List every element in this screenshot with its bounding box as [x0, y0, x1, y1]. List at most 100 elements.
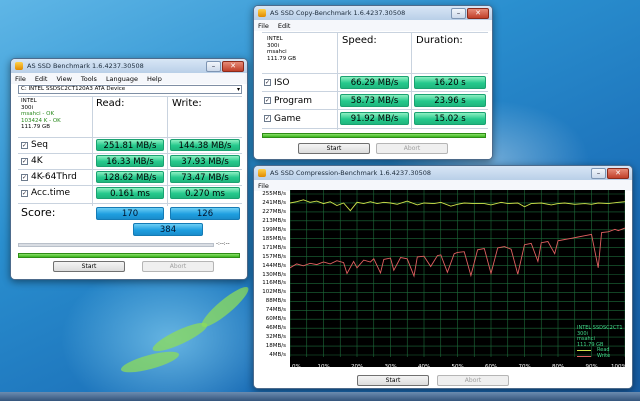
score-total: 384 [133, 223, 203, 236]
row-game[interactable]: ✓ Game [264, 112, 301, 125]
y-tick-label: 4MB/s [269, 352, 286, 358]
menubar: File Edit View Tools Language Help [11, 73, 247, 84]
x-tick-label: 10% [317, 364, 330, 370]
score-write: 126 [170, 207, 240, 220]
x-tick-label: 40% [418, 364, 431, 370]
abort-button[interactable]: Abort [142, 261, 214, 272]
minimize-icon[interactable]: – [591, 167, 606, 179]
menu-edit[interactable]: Edit [35, 75, 48, 83]
app-icon [258, 9, 266, 17]
y-tick-label: 18MB/s [265, 343, 286, 350]
y-tick-label: 157MB/s [262, 253, 286, 260]
chart-legend: INTEL SSDSC2CT1 300i msahci 111.79 GB Re… [577, 325, 623, 360]
menu-file[interactable]: File [15, 75, 26, 83]
y-tick-label: 213MB/s [262, 217, 286, 224]
menu-help[interactable]: Help [147, 75, 162, 83]
copy-drive-info: INTEL 300i msahci 111.79 GB [267, 36, 296, 62]
row-4k[interactable]: ✓ 4K [21, 155, 43, 167]
checkbox-icon[interactable]: ✓ [21, 157, 28, 165]
table-border [262, 73, 488, 74]
start-button[interactable]: Start [357, 375, 429, 386]
close-icon[interactable]: ✕ [607, 167, 629, 179]
x-tick-label: 30% [384, 364, 397, 370]
4k64-read-value: 128.62 MB/s [96, 171, 164, 183]
progress-bar [262, 133, 486, 138]
table-border [18, 96, 242, 97]
table-border [18, 185, 242, 186]
4k-read-value: 16.33 MB/s [96, 155, 164, 167]
table-border [18, 137, 242, 138]
checkbox-icon[interactable]: ✓ [21, 141, 28, 149]
progress-bar [18, 253, 240, 258]
legend-write-swatch [577, 355, 591, 357]
y-tick-label: 241MB/s [262, 199, 286, 206]
4k-write-value: 37.93 MB/s [170, 155, 240, 167]
window-title: AS SSD Compression-Benchmark 1.6.4237.30… [270, 169, 432, 177]
desktop-glow [60, 260, 280, 401]
table-border [18, 169, 242, 170]
compression-chart [290, 190, 625, 367]
checkbox-icon[interactable]: ✓ [264, 97, 271, 104]
y-tick-label: 60MB/s [265, 316, 286, 323]
iso-duration-value: 16.20 s [414, 76, 486, 89]
y-tick-label: 199MB/s [262, 226, 286, 233]
checkbox-icon[interactable]: ✓ [264, 79, 271, 86]
menu-tools[interactable]: Tools [81, 75, 97, 83]
acctime-read-value: 0.161 ms [96, 187, 164, 199]
menu-language[interactable]: Language [106, 75, 138, 83]
taskbar [0, 392, 640, 401]
row-label: 4K [31, 156, 43, 166]
4k64-write-value: 73.47 MB/s [170, 171, 240, 183]
checkbox-icon[interactable]: ✓ [21, 173, 28, 181]
legend-write: Write [577, 352, 623, 360]
table-border [262, 109, 488, 110]
benchmark-titlebar[interactable]: AS SSD Benchmark 1.6.4237.30508 – ✕ [11, 59, 247, 73]
start-button[interactable]: Start [53, 261, 125, 272]
y-tick-label: 227MB/s [262, 208, 286, 215]
row-iso[interactable]: ✓ ISO [264, 76, 289, 89]
drive-size: 111.79 GB [267, 55, 297, 62]
menubar: File Edit [254, 20, 492, 31]
y-tick-label: 144MB/s [262, 262, 286, 269]
copy-titlebar[interactable]: AS SSD Copy-Benchmark 1.6.4237.30508 – ✕ [254, 6, 492, 20]
close-icon[interactable]: ✕ [222, 60, 244, 72]
minimize-icon[interactable]: – [451, 7, 466, 19]
menu-view[interactable]: View [56, 75, 71, 83]
start-button[interactable]: Start [298, 143, 370, 154]
progress-track [18, 243, 214, 247]
menu-edit[interactable]: Edit [278, 22, 291, 30]
row-acctime[interactable]: ✓ Acc.time [21, 187, 70, 199]
abort-button[interactable]: Abort [376, 143, 448, 154]
x-tick-label: 50% [451, 364, 464, 370]
y-tick-label: 74MB/s [265, 307, 286, 314]
drive-select[interactable]: C: INTEL SSDSC2CT120A3 ATA Device ▾ [18, 85, 242, 94]
checkbox-icon[interactable]: ✓ [264, 115, 271, 122]
menu-file[interactable]: File [258, 22, 269, 30]
legend-write-label: Write [597, 352, 611, 359]
x-tick-label: 100% [611, 364, 627, 370]
checkbox-icon[interactable]: ✓ [21, 189, 28, 197]
window-title: AS SSD Copy-Benchmark 1.6.4237.30508 [270, 9, 406, 17]
compression-titlebar[interactable]: AS SSD Compression-Benchmark 1.6.4237.30… [254, 166, 632, 180]
speed-header: Speed: [342, 35, 377, 46]
row-program[interactable]: ✓ Program [264, 94, 312, 107]
row-label: Program [274, 95, 312, 106]
score-label: Score: [21, 206, 56, 219]
close-icon[interactable]: ✕ [467, 7, 489, 19]
abort-button[interactable]: Abort [437, 375, 509, 386]
table-border [18, 153, 242, 154]
row-4k64[interactable]: ✓ 4K-64Thrd [21, 171, 77, 183]
legend-read-swatch [577, 350, 591, 352]
window-title: AS SSD Benchmark 1.6.4237.30508 [27, 62, 144, 70]
seq-read-value: 251.81 MB/s [96, 139, 164, 151]
minimize-icon[interactable]: – [206, 60, 221, 72]
menu-file[interactable]: File [258, 182, 269, 190]
iso-speed-value: 66.29 MB/s [340, 76, 409, 89]
seq-write-value: 144.38 MB/s [170, 139, 240, 151]
progress-time: -:--:-- [216, 241, 230, 247]
chevron-down-icon: ▾ [236, 86, 240, 93]
row-label: Game [274, 113, 301, 124]
table-border [18, 203, 242, 204]
row-seq[interactable]: ✓ Seq [21, 139, 48, 151]
y-tick-label: 171MB/s [262, 244, 286, 251]
